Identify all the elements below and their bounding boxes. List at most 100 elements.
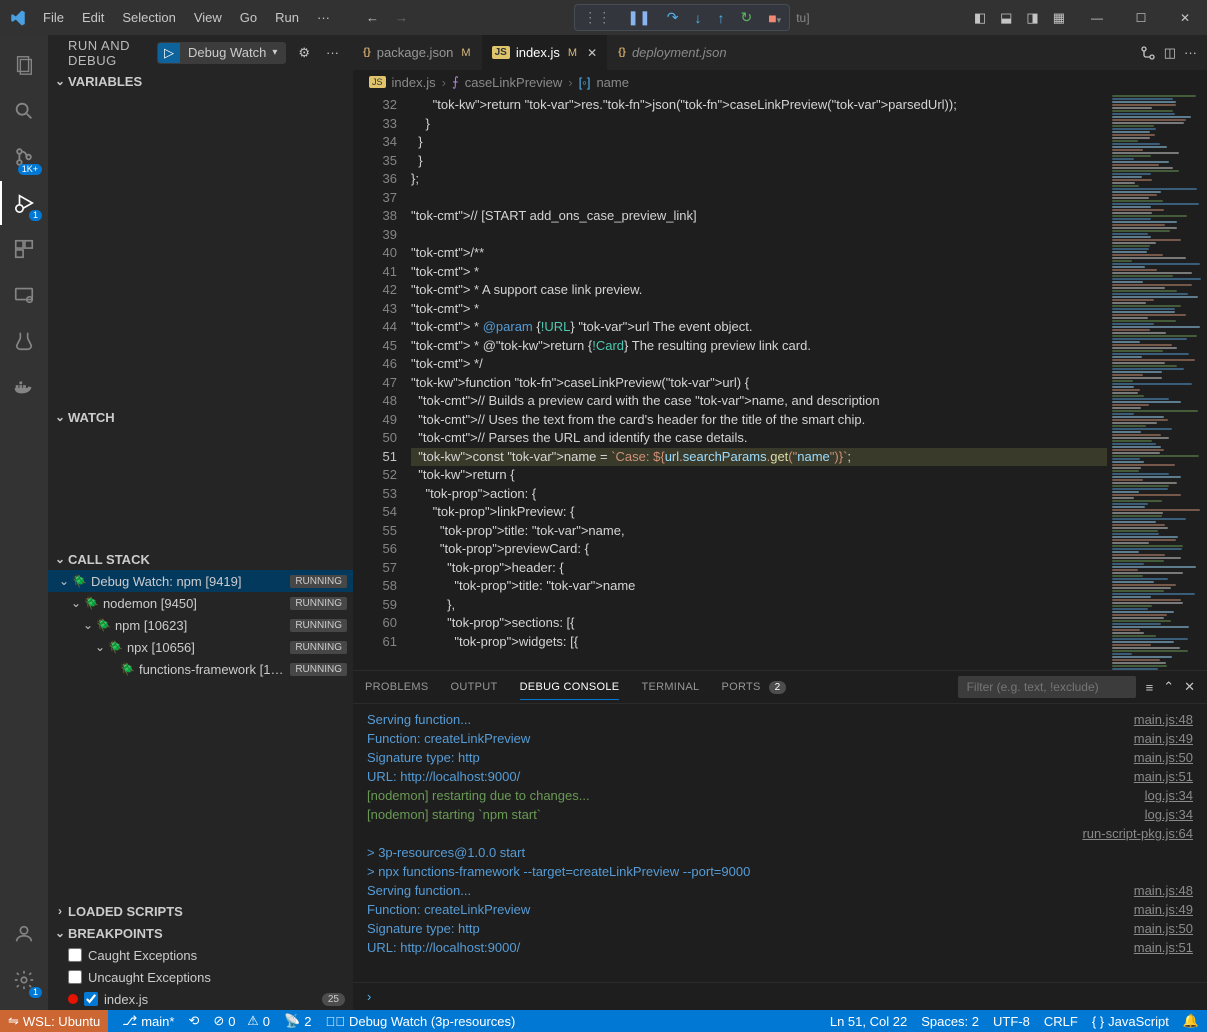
callstack-item[interactable]: 🪲functions-framework [106…RUNNING: [48, 658, 353, 680]
menu-run[interactable]: Run: [267, 6, 307, 29]
explorer-icon[interactable]: [0, 43, 48, 87]
chevron-down-icon[interactable]: ▾: [272, 47, 277, 58]
menu-view[interactable]: View: [186, 6, 230, 29]
console-source-link[interactable]: main.js:51: [1134, 938, 1193, 957]
breadcrumb-file[interactable]: index.js: [392, 75, 436, 90]
debug-restart-icon[interactable]: ↻: [736, 7, 756, 28]
panel-maximize-icon[interactable]: ⌃: [1163, 679, 1174, 695]
window-minimize-icon[interactable]: —: [1075, 0, 1119, 35]
tab-package-json[interactable]: {}package.jsonM: [353, 35, 482, 70]
menu-go[interactable]: Go: [232, 6, 265, 29]
close-tab-icon[interactable]: ✕: [587, 46, 597, 60]
status-notifications-icon[interactable]: 🔔: [1183, 1013, 1199, 1029]
layout-toggle-primary-icon[interactable]: ◧: [968, 6, 992, 30]
menu-file[interactable]: File: [35, 6, 72, 29]
extensions-icon[interactable]: [0, 227, 48, 271]
debug-step-over-icon[interactable]: ↷: [663, 7, 683, 28]
breakpoint-caught[interactable]: Caught Exceptions: [48, 944, 353, 966]
breadcrumbs[interactable]: JS index.js › ⨍ caseLinkPreview › [◦] na…: [353, 70, 1207, 94]
section-breakpoints[interactable]: ⌄BREAKPOINTS: [48, 922, 353, 944]
nav-forward[interactable]: →: [387, 6, 416, 29]
menu-more[interactable]: ···: [309, 6, 338, 29]
callstack-item[interactable]: ⌄🪲Debug Watch: npm [9419]RUNNING: [48, 570, 353, 592]
breakpoint-file[interactable]: index.js 25: [48, 988, 353, 1010]
tab-debug-console[interactable]: DEBUG CONSOLE: [520, 675, 620, 700]
debug-stop-icon[interactable]: ■▾: [764, 8, 785, 28]
console-source-link[interactable]: run-script-pkg.js:64: [1082, 824, 1193, 843]
menu-edit[interactable]: Edit: [74, 6, 112, 29]
file-bp-checkbox[interactable]: [84, 992, 98, 1006]
console-source-link[interactable]: log.js:34: [1145, 805, 1193, 824]
debug-step-into-icon[interactable]: ↓: [690, 8, 705, 28]
breakpoint-uncaught[interactable]: Uncaught Exceptions: [48, 966, 353, 988]
start-debug-button[interactable]: ▷: [158, 43, 180, 63]
breadcrumb-function[interactable]: caseLinkPreview: [465, 75, 563, 90]
window-close-icon[interactable]: ✕: [1163, 0, 1207, 35]
console-source-link[interactable]: main.js:48: [1134, 710, 1193, 729]
tab-output[interactable]: OUTPUT: [451, 675, 498, 699]
uncaught-checkbox[interactable]: [68, 970, 82, 984]
testing-icon[interactable]: [0, 319, 48, 363]
status-language[interactable]: { }JavaScript: [1092, 1014, 1169, 1029]
breadcrumb-var[interactable]: name: [596, 75, 629, 90]
debug-pause-icon[interactable]: ❚❚: [623, 7, 654, 28]
console-filter-input[interactable]: [958, 676, 1136, 698]
status-eol[interactable]: CRLF: [1044, 1014, 1078, 1029]
console-source-link[interactable]: main.js:50: [1134, 919, 1193, 938]
status-sync[interactable]: ⟲: [188, 1013, 199, 1029]
search-icon[interactable]: [0, 89, 48, 133]
status-branch[interactable]: ⎇main*: [122, 1013, 174, 1029]
console-source-link[interactable]: main.js:48: [1134, 881, 1193, 900]
layout-toggle-panel-icon[interactable]: ⬓: [994, 6, 1018, 30]
console-source-link[interactable]: main.js:50: [1134, 748, 1193, 767]
callstack-item[interactable]: ⌄🪲npm [10623]RUNNING: [48, 614, 353, 636]
console-source-link[interactable]: main.js:49: [1134, 729, 1193, 748]
debug-config-selector[interactable]: ▷ Debug Watch▾: [157, 42, 286, 64]
compare-changes-icon[interactable]: [1140, 45, 1156, 61]
console-source-link[interactable]: main.js:49: [1134, 900, 1193, 919]
run-debug-icon[interactable]: 1: [0, 181, 48, 225]
tab-deployment-json[interactable]: {}deployment.json: [608, 35, 737, 70]
tab-ports[interactable]: PORTS: [721, 675, 760, 699]
tab-problems[interactable]: PROBLEMS: [365, 675, 429, 699]
remote-indicator[interactable]: ⇋WSL: Ubuntu: [0, 1010, 108, 1032]
debug-console-output[interactable]: Serving function...main.js:48Function: c…: [353, 704, 1207, 982]
editor-body[interactable]: 3233343536373839404142434445464748495051…: [353, 94, 1207, 670]
debug-handle-icon[interactable]: ⋮⋮: [579, 7, 615, 28]
docker-icon[interactable]: [0, 365, 48, 409]
window-maximize-icon[interactable]: ☐: [1119, 0, 1163, 35]
debug-console-input[interactable]: ›: [353, 982, 1207, 1010]
debug-settings-icon[interactable]: ⚙: [294, 45, 314, 61]
status-problems[interactable]: ⊘0 ⚠0: [213, 1013, 270, 1029]
code-area[interactable]: "tok-kw">return "tok-var">res."tok-fn">j…: [411, 94, 1107, 670]
callstack-item[interactable]: ⌄🪲nodemon [9450]RUNNING: [48, 592, 353, 614]
settings-gear-icon[interactable]: 1: [0, 958, 48, 1002]
menu-selection[interactable]: Selection: [114, 6, 183, 29]
panel-close-icon[interactable]: ✕: [1184, 679, 1195, 695]
section-variables[interactable]: ⌄VARIABLES: [48, 70, 353, 92]
callstack-item[interactable]: ⌄🪲npx [10656]RUNNING: [48, 636, 353, 658]
tab-terminal[interactable]: TERMINAL: [641, 675, 699, 699]
console-source-link[interactable]: main.js:51: [1134, 767, 1193, 786]
console-filter-icon[interactable]: ≡: [1146, 680, 1154, 695]
tab-index-js[interactable]: JSindex.jsM✕: [482, 35, 609, 70]
console-source-link[interactable]: log.js:34: [1145, 786, 1193, 805]
caught-checkbox[interactable]: [68, 948, 82, 962]
status-encoding[interactable]: UTF-8: [993, 1014, 1030, 1029]
layout-toggle-secondary-icon[interactable]: ◨: [1020, 6, 1044, 30]
minimap[interactable]: [1107, 94, 1207, 670]
accounts-icon[interactable]: [0, 912, 48, 956]
layout-customize-icon[interactable]: ▦: [1047, 6, 1071, 30]
nav-back[interactable]: ←: [358, 6, 387, 29]
status-debug-task[interactable]: ▷⃝Debug Watch (3p-resources): [325, 1014, 515, 1029]
section-callstack[interactable]: ⌄CALL STACK: [48, 548, 353, 570]
section-watch[interactable]: ⌄WATCH: [48, 406, 353, 428]
status-cursor[interactable]: Ln 51, Col 22: [830, 1014, 907, 1029]
split-editor-icon[interactable]: ◫: [1164, 45, 1176, 61]
source-control-icon[interactable]: 1K+: [0, 135, 48, 179]
remote-explorer-icon[interactable]: [0, 273, 48, 317]
editor-more-icon[interactable]: ···: [1184, 45, 1197, 60]
status-indent[interactable]: Spaces: 2: [921, 1014, 979, 1029]
section-loaded-scripts[interactable]: ›LOADED SCRIPTS: [48, 900, 353, 922]
debug-more-icon[interactable]: ···: [322, 45, 343, 60]
